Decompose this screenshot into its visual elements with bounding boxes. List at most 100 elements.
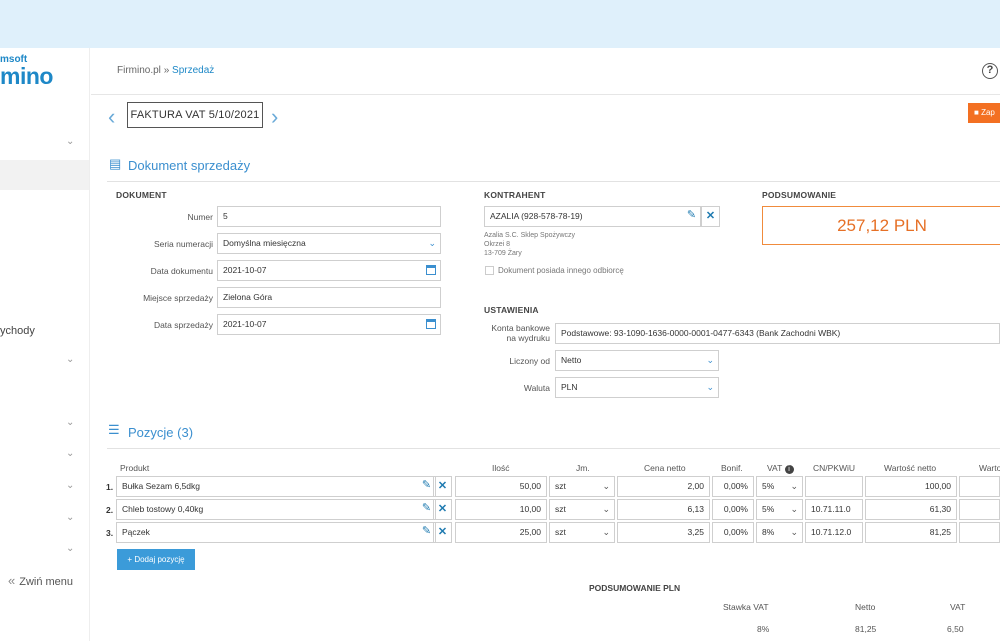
unit-select[interactable]: szt ⌄ [549, 499, 615, 520]
liczony-od-value: Netto [561, 355, 582, 365]
miejsce-sprzedazy-input[interactable]: Zielona Góra [217, 287, 441, 308]
row-number: 3. [106, 528, 114, 538]
save-button-label: Zap [981, 108, 995, 117]
chevron-down-icon: ⌄ [602, 504, 610, 514]
chevron-down-icon[interactable]: ⌄ [66, 354, 74, 365]
data-sprzedazy-input[interactable]: 2021-10-07 [217, 314, 441, 335]
col-header-produkt: Produkt [120, 463, 150, 473]
chevron-down-icon[interactable]: ⌄ [66, 480, 74, 491]
cn-input[interactable] [805, 476, 863, 497]
summary-col-stawka: Stawka VAT [723, 602, 769, 612]
bank-accounts-label-line: na wydruku [506, 333, 550, 343]
discount-input[interactable]: 0,00% [712, 522, 754, 543]
dokument-heading: DOKUMENT [116, 190, 167, 200]
quantity-input[interactable]: 10,00 [455, 499, 547, 520]
close-icon[interactable]: ✕ [433, 499, 452, 520]
other-recipient-label: Dokument posiada innego odbiorcę [498, 266, 624, 275]
chevron-down-icon[interactable]: ⌄ [66, 512, 74, 523]
breadcrumb-current[interactable]: Sprzedaż [172, 65, 214, 76]
close-icon[interactable]: ✕ [433, 522, 452, 543]
chevron-down-icon[interactable]: ⌄ [66, 448, 74, 459]
field-label-data-sprzedazy: Data sprzedaży [153, 320, 213, 330]
cn-input[interactable]: 10.71.12.0 [805, 522, 863, 543]
row-number: 2. [106, 505, 114, 515]
discount-input[interactable]: 0,00% [712, 476, 754, 497]
kontrahent-input[interactable]: AZALIA (928-578-78-19) [484, 206, 701, 227]
chevron-down-icon[interactable]: ⌄ [66, 136, 74, 147]
waluta-select[interactable]: PLN ⌄ [555, 377, 719, 398]
col-header-jm: Jm. [576, 463, 590, 473]
price-input[interactable]: 6,13 [617, 499, 710, 520]
total-amount: 257,12 PLN [762, 206, 1000, 245]
col-header-cena: Cena netto [644, 463, 686, 473]
chevron-down-icon: ⌄ [790, 527, 798, 537]
help-icon[interactable]: ? [982, 63, 998, 79]
vat-value: 5% [762, 504, 775, 514]
breadcrumb: Firmino.pl » Sprzedaż [117, 65, 214, 76]
unit-select[interactable]: szt ⌄ [549, 476, 615, 497]
divider [107, 181, 1000, 182]
unit-select[interactable]: szt ⌄ [549, 522, 615, 543]
sidebar-item-active[interactable] [0, 160, 89, 190]
vat-select[interactable]: 8% ⌄ [756, 522, 803, 543]
add-position-button[interactable]: + Dodaj pozycję [117, 549, 195, 570]
chevron-down-icon: ⌄ [602, 527, 610, 537]
row-number: 1. [106, 482, 114, 492]
gross-value-cell [959, 499, 1000, 520]
col-header-vat-label: VAT [767, 463, 783, 473]
col-header-wartosc: Wartość netto [884, 463, 937, 473]
other-recipient-checkbox[interactable] [485, 266, 494, 275]
product-input[interactable]: Chleb tostowy 0,40kg [116, 499, 436, 520]
net-value-cell: 61,30 [865, 499, 957, 520]
calendar-icon[interactable] [426, 265, 436, 275]
bank-account-select[interactable]: Podstawowe: 93-1090-1636-0000-0001-0477-… [555, 323, 1000, 344]
quantity-input[interactable]: 25,00 [455, 522, 547, 543]
product-input[interactable]: Pączek [116, 522, 436, 543]
chevron-down-icon[interactable]: ⌄ [66, 543, 74, 554]
document-title: FAKTURA VAT 5/10/2021 [127, 102, 263, 128]
bank-accounts-label: Konta bankowe na wydruku [471, 323, 550, 343]
chevron-down-icon: ⌄ [602, 481, 610, 491]
col-header-cn: CN/PKWiU [813, 463, 856, 473]
kontrahent-address-line: Azalia S.C. Sklep Spożywczy [484, 232, 576, 239]
cn-input[interactable]: 10.71.11.0 [805, 499, 863, 520]
next-document-icon[interactable]: › [271, 104, 278, 130]
close-icon[interactable]: ✕ [701, 206, 720, 227]
col-header-bonif: Bonif. [721, 463, 743, 473]
vat-select[interactable]: 5% ⌄ [756, 476, 803, 497]
quantity-input[interactable]: 50,00 [455, 476, 547, 497]
waluta-label: Waluta [523, 383, 550, 393]
price-input[interactable]: 2,00 [617, 476, 710, 497]
section-title-document: Dokument sprzedaży [128, 158, 251, 173]
summary-col-vat: VAT [950, 602, 966, 612]
data-sprzedazy-value: 2021-10-07 [223, 319, 267, 329]
double-chevron-left-icon: « [8, 573, 16, 588]
product-input[interactable]: Bułka Sezam 6,5dkg [116, 476, 436, 497]
numer-input[interactable]: 5 [217, 206, 441, 227]
edit-icon[interactable]: ✎ [682, 206, 701, 227]
vat-select[interactable]: 5% ⌄ [756, 499, 803, 520]
sidebar-item-label[interactable]: ychody [0, 325, 35, 337]
close-icon[interactable]: ✕ [433, 476, 452, 497]
price-input[interactable]: 3,25 [617, 522, 710, 543]
save-button[interactable]: ■ Zap [968, 103, 1000, 123]
breadcrumb-home[interactable]: Firmino.pl [117, 65, 161, 76]
unit-value: szt [555, 481, 566, 491]
divider [91, 94, 1000, 95]
info-icon[interactable]: i [784, 465, 794, 474]
prev-document-icon[interactable]: ‹ [108, 104, 115, 130]
discount-input[interactable]: 0,00% [712, 499, 754, 520]
field-label-miejsce: Miejsce sprzedaży [143, 293, 213, 303]
data-dokumentu-input[interactable]: 2021-10-07 [217, 260, 441, 281]
seria-numeracji-select[interactable]: Domyślna miesięczna ⌄ [217, 233, 441, 254]
logo[interactable]: mino [0, 63, 53, 90]
liczony-od-select[interactable]: Netto ⌄ [555, 350, 719, 371]
calendar-icon[interactable] [426, 319, 436, 329]
bank-accounts-label-line: Konta bankowe [491, 323, 550, 333]
main-content: Firmino.pl » Sprzedaż ? ‹ FAKTURA VAT 5/… [91, 48, 1000, 641]
field-label-data-dokumentu: Data dokumentu [150, 266, 213, 276]
net-value-cell: 100,00 [865, 476, 957, 497]
collapse-menu-button[interactable]: «Zwiń menu [8, 573, 73, 588]
summary-stawka-value: 8% [757, 624, 770, 634]
chevron-down-icon[interactable]: ⌄ [66, 417, 74, 428]
